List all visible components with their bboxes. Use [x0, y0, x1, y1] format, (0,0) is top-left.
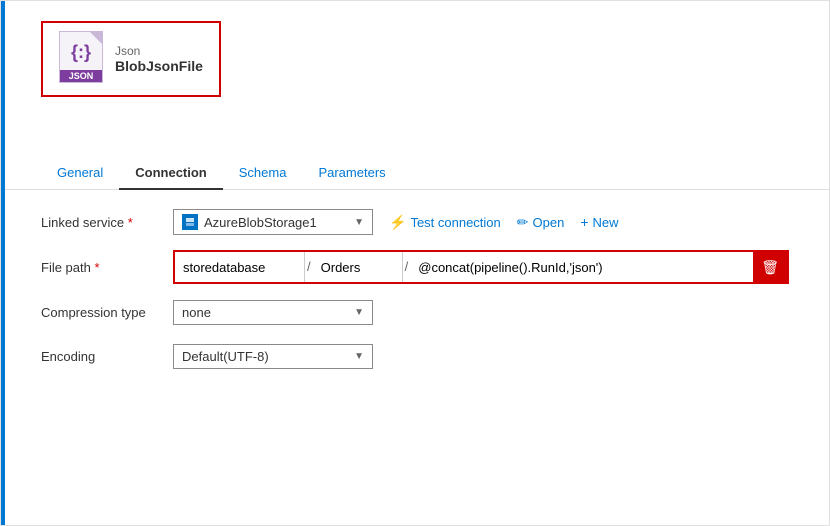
test-connection-icon: ⚡ [389, 214, 406, 231]
file-path-segment2[interactable] [313, 252, 403, 282]
dropdown-inner: AzureBlobStorage1 [182, 214, 317, 230]
encoding-value: Default(UTF-8) [182, 349, 269, 364]
compression-type-row: Compression type none ▼ [41, 296, 789, 328]
dataset-info: Json BlobJsonFile [115, 44, 203, 74]
delete-icon: 🗑 [761, 259, 779, 276]
encoding-row: Encoding Default(UTF-8) ▼ [41, 340, 789, 372]
dropdown-arrow-icon: ▼ [354, 217, 364, 228]
linked-service-label: Linked service * [41, 215, 161, 230]
main-container: {:} JSON Json BlobJsonFile General Conne… [0, 0, 830, 526]
compression-type-value: none [182, 305, 211, 320]
file-path-label: File path * [41, 260, 161, 275]
tab-connection[interactable]: Connection [119, 157, 223, 190]
new-link[interactable]: + New [580, 214, 618, 230]
linked-service-value: AzureBlobStorage1 [204, 215, 317, 230]
open-icon: ✏ [517, 214, 529, 231]
required-star: * [128, 215, 133, 230]
tabs-section: General Connection Schema Parameters [1, 107, 829, 190]
compression-type-label: Compression type [41, 305, 161, 320]
tabs-row: General Connection Schema Parameters [41, 157, 789, 189]
new-plus-icon: + [580, 214, 588, 230]
dataset-card: {:} JSON Json BlobJsonFile [41, 21, 221, 97]
file-path-segment3[interactable] [410, 252, 753, 282]
encoding-dropdown-arrow: ▼ [354, 351, 364, 362]
encoding-label: Encoding [41, 349, 161, 364]
new-label: New [593, 215, 619, 230]
path-separator-2: / [403, 252, 411, 282]
path-separator-1: / [305, 252, 313, 282]
tab-general[interactable]: General [41, 157, 119, 190]
file-icon-corner-fold [90, 32, 102, 44]
linked-service-row: Linked service * AzureBlobStorage1 [41, 206, 789, 238]
file-path-controls: / / 🗑 [173, 250, 789, 284]
delete-path-button[interactable]: 🗑 [753, 252, 787, 282]
form-section: Linked service * AzureBlobStorage1 [1, 190, 829, 388]
braces-symbol: {:} [71, 42, 91, 63]
storage-icon [182, 214, 198, 230]
dataset-name: BlobJsonFile [115, 58, 203, 74]
linked-service-controls: AzureBlobStorage1 ▼ ⚡ Test connection ✏ … [173, 209, 619, 235]
open-link[interactable]: ✏ Open [517, 214, 565, 231]
encoding-dropdown[interactable]: Default(UTF-8) ▼ [173, 344, 373, 369]
file-path-segment1[interactable] [175, 252, 305, 282]
open-label: Open [533, 215, 565, 230]
icon-area: {:} JSON Json BlobJsonFile [1, 1, 829, 107]
dataset-type: Json [115, 44, 203, 58]
file-path-row: File path * / / 🗑 [41, 250, 789, 284]
tab-schema[interactable]: Schema [223, 157, 303, 190]
tab-parameters[interactable]: Parameters [302, 157, 401, 190]
file-icon-body: {:} JSON [59, 31, 103, 83]
test-connection-label: Test connection [410, 215, 500, 230]
json-file-icon: {:} JSON [57, 31, 105, 87]
file-path-required-star: * [95, 260, 100, 275]
linked-service-dropdown[interactable]: AzureBlobStorage1 ▼ [173, 209, 373, 235]
test-connection-link[interactable]: ⚡ Test connection [389, 214, 501, 231]
compression-dropdown-arrow: ▼ [354, 307, 364, 318]
json-label: JSON [60, 70, 102, 82]
left-accent-bar [1, 1, 5, 525]
compression-type-dropdown[interactable]: none ▼ [173, 300, 373, 325]
